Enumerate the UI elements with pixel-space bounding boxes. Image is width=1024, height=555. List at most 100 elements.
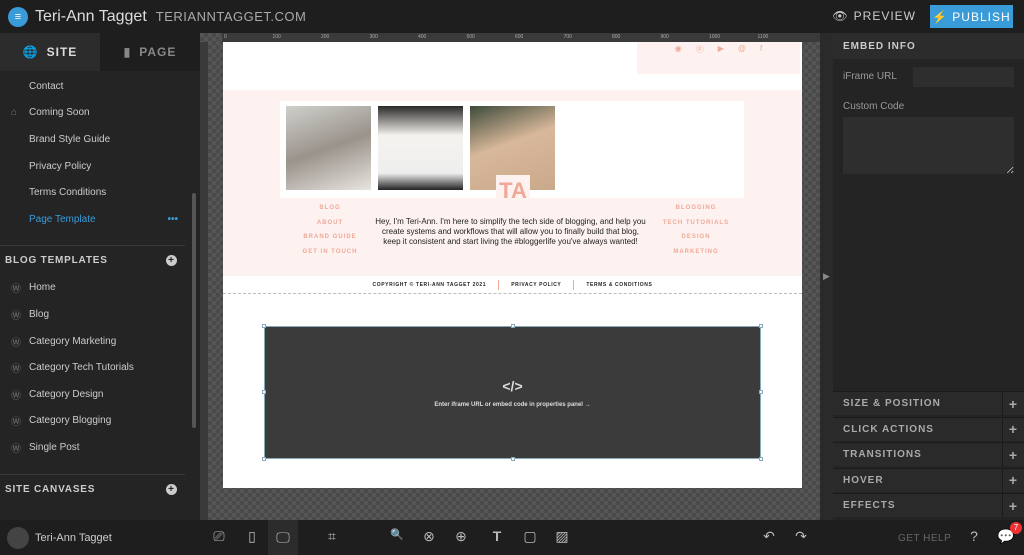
add-text-icon[interactable]: T [486, 528, 508, 548]
footer-nav-link[interactable]: MARKETING [636, 249, 756, 264]
tablet-view-icon[interactable]: ⎚ [208, 528, 230, 548]
embed-element[interactable]: </> Enter iframe URL or embed code in pr… [262, 324, 763, 461]
facebook-icon[interactable]: f [760, 44, 762, 74]
publish-label: PUBLISH [952, 9, 1011, 24]
sidebar-item-privacy-policy[interactable]: Privacy Policy [0, 153, 200, 180]
sidebar-item-blog-template[interactable]: Ⓦ Blog [0, 301, 200, 328]
resize-handle[interactable] [262, 324, 266, 328]
sidebar-item-page-template[interactable]: Page Template ••• [0, 206, 200, 233]
ruler-tick-label: 300 [369, 34, 378, 40]
privacy-link[interactable]: PRIVACY POLICY [511, 282, 561, 288]
more-options-icon[interactable]: ••• [167, 214, 178, 225]
expand-plus-icon[interactable]: + [1002, 468, 1024, 492]
accordion-section[interactable]: TRANSITIONS + [833, 442, 1024, 467]
accordion-section[interactable]: EFFECTS + [833, 493, 1024, 518]
resize-handle[interactable] [759, 324, 763, 328]
resize-handle[interactable] [511, 457, 515, 461]
tab-label: PAGE [139, 45, 177, 59]
zoom-reset-icon[interactable]: ⊗ [418, 528, 440, 548]
footer-nav-link[interactable]: TECH TUTORIALS [636, 220, 756, 235]
resize-handle[interactable] [759, 457, 763, 461]
accordion-section[interactable]: CLICK ACTIONS + [833, 416, 1024, 441]
zoom-in-icon[interactable]: ⊕ [450, 528, 472, 548]
add-site-canvas-button[interactable]: + [166, 483, 177, 495]
publish-button[interactable]: ⚡ PUBLISH [930, 5, 1013, 28]
resize-handle[interactable] [262, 457, 266, 461]
add-blog-template-button[interactable]: + [166, 254, 177, 266]
zoom-out-icon[interactable]: 🔍 [386, 528, 408, 548]
sidebar-item-coming-soon[interactable]: ⌂ Coming Soon [0, 100, 200, 127]
help-docs-icon[interactable]: ? [963, 528, 985, 548]
expand-plus-icon[interactable]: + [1002, 493, 1024, 518]
mobile-view-icon[interactable]: ▯ [241, 528, 263, 548]
tab-site[interactable]: 🌐 SITE [0, 33, 100, 71]
sidebar-item-blog-template[interactable]: Ⓦ Category Design [0, 381, 200, 408]
iframe-url-input[interactable] [913, 67, 1014, 87]
user-name: Teri-Ann Tagget [35, 531, 112, 544]
resize-handle[interactable] [511, 324, 515, 328]
editor-canvas[interactable]: 0 100 200 300 400 500 600 700 800 900 1000 1100 ◉ ⓟ ▶… [200, 33, 833, 520]
item-label: Brand Style Guide [29, 133, 111, 145]
ruler-tick-label: 600 [515, 34, 524, 40]
sidebar-scrollbar[interactable] [192, 193, 196, 428]
tab-label: SITE [46, 45, 78, 59]
sidebar-item-blog-template[interactable]: Ⓦ Category Marketing [0, 328, 200, 355]
desktop-view-icon[interactable]: 🖵 [268, 520, 298, 555]
expand-plus-icon[interactable]: + [1002, 391, 1024, 416]
pinterest-icon[interactable]: ⓟ [696, 44, 704, 74]
site-domain[interactable]: TERIANNTAGGET.COM [156, 9, 307, 24]
sidebar-item-blog-template[interactable]: Ⓦ Home [0, 275, 200, 302]
add-image-icon[interactable]: ▨ [551, 528, 573, 548]
accordion-section[interactable]: SIZE & POSITION + [833, 391, 1024, 416]
footer-nav-left: BLOG ABOUT BRAND GUIDE GET IN TOUCH [270, 205, 390, 263]
sidebar-item-blog-template[interactable]: Ⓦ Single Post [0, 434, 200, 461]
accordion-section[interactable]: HOVER + [833, 467, 1024, 492]
chevron-right-icon: ▶ [823, 271, 830, 281]
section-label: CLICK ACTIONS [843, 423, 934, 435]
youtube-icon[interactable]: ▶ [718, 44, 724, 74]
sidebar-item-contact[interactable]: Contact [0, 73, 200, 100]
iframe-url-label: iFrame URL [843, 71, 897, 82]
section-label: EFFECTS [843, 500, 896, 511]
resize-handle[interactable] [262, 390, 266, 394]
ruler-tick-label: 900 [660, 34, 669, 40]
sidebar-item-blog-template[interactable]: Ⓦ Category Tech Tutorials [0, 354, 200, 381]
wordpress-icon: Ⓦ [11, 390, 21, 402]
page-preview[interactable]: ◉ ⓟ ▶ @ f TA BLOG ABOUT BRAND GUIDE GET IN TOUC… [223, 42, 802, 488]
email-icon[interactable]: @ [738, 44, 746, 74]
site-name: Teri-Ann Tagget [35, 7, 147, 25]
terms-link[interactable]: TERMS & CONDITIONS [586, 282, 652, 288]
ruler-tick-label: 1000 [709, 34, 721, 40]
add-box-icon[interactable]: ▢ [519, 528, 541, 548]
embed-placeholder-text: Enter iframe URL or embed code in proper… [434, 401, 591, 408]
sidebar-item-terms-conditions[interactable]: Terms Conditions [0, 179, 200, 206]
footer-nav-link[interactable]: DESIGN [636, 234, 756, 249]
code-icon: </> [502, 377, 523, 394]
grid-toggle-icon[interactable]: ⌗ [321, 528, 343, 548]
photo-strip: TA [280, 101, 744, 205]
item-label: Single Post [29, 441, 80, 453]
custom-code-input[interactable] [843, 117, 1014, 174]
sidebar-item-brand-style-guide[interactable]: Brand Style Guide [0, 126, 200, 153]
avatar[interactable] [7, 526, 29, 549]
item-label: Category Blogging [29, 415, 112, 427]
expand-plus-icon[interactable]: + [1002, 417, 1024, 441]
portrait-photo [286, 106, 371, 190]
footer-nav-link[interactable]: BRAND GUIDE [270, 234, 390, 249]
footer-nav-link[interactable]: ABOUT [270, 220, 390, 235]
undo-icon[interactable]: ↶ [758, 528, 780, 548]
tab-page[interactable]: ▮ PAGE [100, 33, 200, 71]
preview-button[interactable]: 👁 PREVIEW [832, 9, 916, 23]
footer-nav-link[interactable]: BLOG [270, 205, 390, 220]
sidebar-item-blog-template[interactable]: Ⓦ Category Blogging [0, 408, 200, 435]
wordpress-icon: Ⓦ [11, 417, 21, 429]
redo-icon[interactable]: ↷ [790, 528, 812, 548]
globe-icon: 🌐 [22, 45, 39, 59]
expand-plus-icon[interactable]: + [1002, 442, 1024, 467]
footer-nav-link[interactable]: GET IN TOUCH [270, 249, 390, 264]
get-help-link[interactable]: GET HELP [898, 533, 951, 544]
instagram-icon[interactable]: ◉ [675, 44, 682, 74]
collapse-panel-button[interactable]: ▶ [820, 33, 833, 520]
footer-nav-link[interactable]: BLOGGING [636, 205, 756, 220]
resize-handle[interactable] [759, 390, 763, 394]
